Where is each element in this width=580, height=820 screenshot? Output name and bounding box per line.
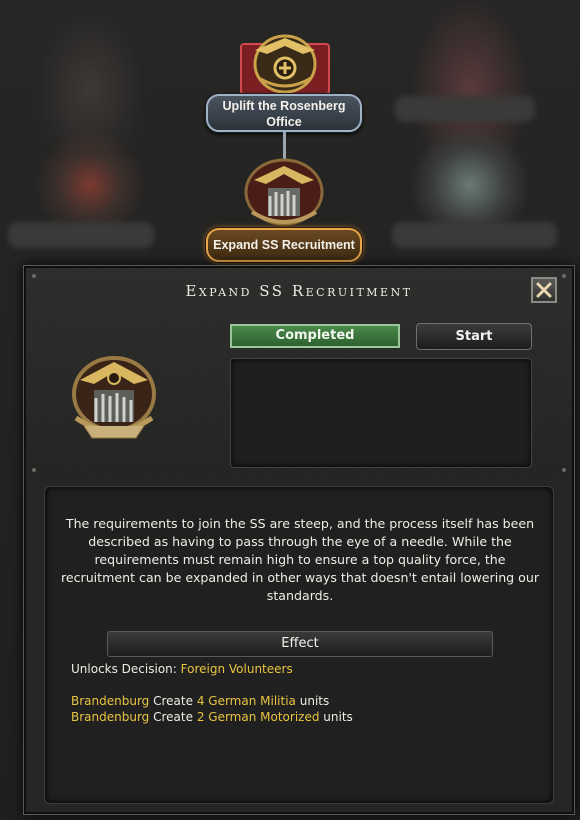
state-name[interactable]: Brandenburg [71,694,149,708]
focus-node-uplift-rosenberg-office[interactable]: Uplift the Rosenberg Office [206,94,362,132]
effect-suffix: units [299,694,330,708]
close-x-icon [536,282,552,298]
blurred-focus-node [395,96,535,122]
ss-soldiers-emblem-icon [66,348,162,444]
focus-connector [283,132,286,160]
corner-rivet [562,274,566,278]
focus-node-expand-ss-recruitment[interactable]: Expand SS Recruitment [206,228,362,262]
reward-preview-box [230,358,532,468]
corner-rivet [32,468,36,472]
dialog-title: Expand SS Recruitment [185,282,413,300]
corner-rivet [562,468,566,472]
effect-create-units: Brandenburg Create 4 German Militia unit… [71,693,329,709]
effect-verb: Create [153,710,193,724]
effect-label: Unlocks Decision: [71,662,177,676]
completed-status-badge: Completed [230,324,400,348]
eagle-wreath-emblem-icon[interactable] [237,28,333,98]
focus-description: The requirements to join the SS are stee… [60,516,540,603]
decision-name[interactable]: Foreign Volunteers [181,662,293,676]
effect-create-units: Brandenburg Create 2 German Motorized un… [71,709,353,725]
effect-suffix: units [323,710,353,724]
focus-detail-dialog: Expand SS Recruitment Completed Start Th… [23,265,575,815]
effect-header: Effect [107,631,493,657]
start-button[interactable]: Start [416,323,532,350]
blurred-focus-node [8,222,154,248]
state-name[interactable]: Brandenburg [71,710,149,724]
close-button[interactable] [531,277,557,303]
ss-soldiers-emblem-icon[interactable] [240,158,328,228]
unit-amount: 4 German Militia [196,694,296,708]
blurred-focus-node [392,222,557,248]
corner-rivet [32,274,36,278]
effect-unlock-decision: Unlocks Decision: Foreign Volunteers [71,661,293,677]
effect-verb: Create [153,694,193,708]
description-panel: The requirements to join the SS are stee… [44,486,554,804]
unit-amount: 2 German Motorized [196,710,320,724]
